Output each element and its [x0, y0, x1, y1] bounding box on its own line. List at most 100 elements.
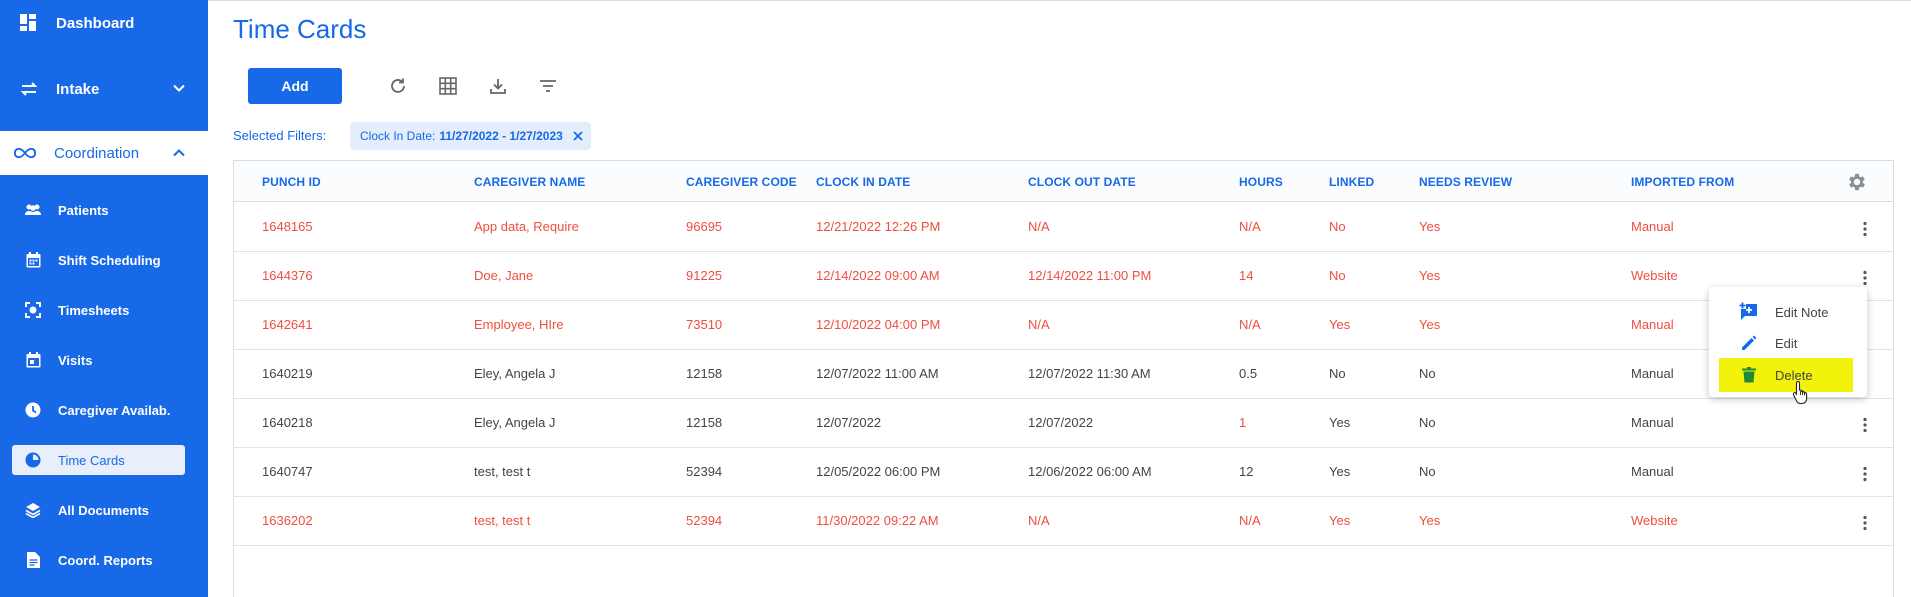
cell-clock-in-date: 12/07/2022: [816, 415, 882, 430]
sidebar-item-label: Time Cards: [58, 452, 125, 468]
calendar-check-icon: [24, 351, 42, 369]
column-header-clock-in-date[interactable]: CLOCK IN DATE: [816, 175, 910, 189]
more-vert-icon[interactable]: [1856, 416, 1874, 434]
cell-needs-review: No: [1419, 366, 1436, 381]
sidebar-item-timesheets[interactable]: Timesheets: [12, 295, 185, 325]
column-header-caregiver-name[interactable]: CAREGIVER NAME: [474, 175, 585, 189]
chevron-down-icon: [172, 81, 186, 98]
cell-punch-id: 1648165: [262, 219, 313, 234]
column-header-imported-from[interactable]: IMPORTED FROM: [1631, 175, 1734, 189]
cell-imported-from: Manual: [1631, 366, 1674, 381]
sidebar-item-intake[interactable]: Intake: [0, 72, 208, 106]
cell-hours: 0.5: [1239, 366, 1258, 381]
cell-needs-review: Yes: [1419, 268, 1441, 283]
cell-caregiver-code: 96695: [686, 219, 723, 234]
refresh-icon[interactable]: [386, 74, 410, 98]
cell-clock-in-date: 12/07/2022 11:00 AM: [816, 366, 939, 381]
cell-caregiver-code: 52394: [686, 513, 723, 528]
sidebar-item-coord-reports[interactable]: Coord. Reports: [12, 545, 185, 575]
cell-imported-from: Manual: [1631, 219, 1674, 234]
cell-hours: 14: [1239, 268, 1254, 283]
cell-linked: No: [1329, 219, 1346, 234]
sidebar-item-label: Shift Scheduling: [58, 252, 161, 268]
filter-icon[interactable]: [536, 74, 560, 98]
more-vert-icon[interactable]: [1856, 465, 1874, 483]
menu-item-edit-note[interactable]: Edit Note: [1709, 297, 1867, 327]
grid-icon[interactable]: [436, 74, 460, 98]
cell-hours: N/A: [1239, 513, 1261, 528]
add-comment-icon: [1739, 302, 1759, 322]
add-button[interactable]: Add: [248, 68, 342, 104]
table-row[interactable]: 1640219 Eley, Angela J 12158 12/07/2022 …: [234, 350, 1893, 399]
sidebar-item-all-documents[interactable]: All Documents: [12, 495, 185, 525]
more-vert-icon[interactable]: [1856, 220, 1874, 238]
cell-imported-from: Manual: [1631, 317, 1674, 332]
cell-needs-review: Yes: [1419, 513, 1441, 528]
cell-needs-review: No: [1419, 464, 1436, 479]
table-row[interactable]: 1648165 App data, Require 96695 12/21/20…: [234, 203, 1893, 252]
column-header-clock-out-date[interactable]: CLOCK OUT DATE: [1028, 175, 1136, 189]
cell-clock-in-date: 12/21/2022 12:26 PM: [816, 219, 941, 234]
column-header-needs-review[interactable]: NEEDS REVIEW: [1419, 175, 1512, 189]
cell-linked: Yes: [1329, 513, 1351, 528]
table-row[interactable]: 1640218 Eley, Angela J 12158 12/07/2022 …: [234, 399, 1893, 448]
filter-chip-key: Clock In Date:: [360, 129, 436, 143]
cell-clock-out-date: 12/14/2022 11:00 PM: [1028, 268, 1152, 283]
sidebar-item-visits[interactable]: Visits: [12, 345, 185, 375]
document-icon: [24, 551, 42, 569]
cell-caregiver-name: test, test t: [474, 464, 531, 479]
more-vert-icon[interactable]: [1856, 269, 1874, 287]
column-header-hours[interactable]: HOURS: [1239, 175, 1283, 189]
cell-clock-out-date: N/A: [1028, 219, 1050, 234]
cell-clock-out-date: 12/07/2022: [1028, 415, 1094, 430]
table-row[interactable]: 1644376 Doe, Jane 91225 12/14/2022 09:00…: [234, 252, 1893, 301]
sidebar-item-coordination[interactable]: Coordination: [0, 131, 208, 175]
sidebar-item-caregiver-availability[interactable]: Caregiver Availab.: [12, 395, 185, 425]
column-header-linked[interactable]: LINKED: [1329, 175, 1374, 189]
sidebar-item-patients[interactable]: Patients: [12, 195, 185, 225]
cell-clock-in-date: 12/10/2022 04:00 PM: [816, 317, 941, 332]
sidebar-item-label: All Documents: [58, 502, 150, 518]
menu-item-delete[interactable]: Delete: [1719, 358, 1853, 392]
column-header-caregiver-code[interactable]: CAREGIVER CODE: [686, 175, 797, 189]
gear-icon[interactable]: [1846, 171, 1868, 193]
clock-icon: [24, 401, 42, 419]
more-vert-icon[interactable]: [1856, 514, 1874, 532]
chevron-up-icon: [172, 145, 186, 162]
column-header-punch-id[interactable]: PUNCH ID: [262, 175, 321, 189]
cell-linked: No: [1329, 268, 1346, 283]
cell-imported-from: Manual: [1631, 415, 1674, 430]
sidebar-item-dashboard[interactable]: Dashboard: [0, 8, 208, 38]
cell-punch-id: 1640218: [262, 415, 313, 430]
row-context-menu: Edit Note Edit Delete: [1709, 287, 1867, 397]
sidebar-item-shift-scheduling[interactable]: Shift Scheduling: [12, 245, 185, 275]
table-header: PUNCH ID CAREGIVER NAME CAREGIVER CODE C…: [234, 161, 1893, 202]
sidebar-item-time-cards[interactable]: Time Cards: [12, 445, 185, 475]
cell-linked: Yes: [1329, 464, 1351, 479]
table-row[interactable]: 1642641 Employee, HIre 73510 12/10/2022 …: [234, 301, 1893, 350]
cell-imported-from: Website: [1631, 513, 1678, 528]
close-icon[interactable]: [573, 131, 583, 141]
menu-item-edit[interactable]: Edit: [1709, 328, 1867, 358]
cell-clock-out-date: 12/07/2022 11:30 AM: [1028, 366, 1151, 381]
cell-caregiver-name: Eley, Angela J: [474, 366, 556, 381]
filter-chip-clock-in-date[interactable]: Clock In Date: 11/27/2022 - 1/27/2023: [350, 122, 591, 150]
sidebar-item-label: Patients: [58, 202, 109, 218]
table-row[interactable]: 1636202 test, test t 52394 11/30/2022 09…: [234, 497, 1893, 546]
time-cards-table: PUNCH ID CAREGIVER NAME CAREGIVER CODE C…: [233, 160, 1894, 597]
table-row[interactable]: 1640747 test, test t 52394 12/05/2022 06…: [234, 448, 1893, 497]
sidebar-item-label: Visits: [58, 352, 93, 368]
menu-item-label: Edit Note: [1775, 304, 1829, 320]
download-icon[interactable]: [486, 74, 510, 98]
sidebar-item-label: Dashboard: [56, 14, 135, 32]
cell-caregiver-code: 12158: [686, 366, 723, 381]
app-root: Dashboard Intake Coordination Patients S…: [0, 0, 1911, 597]
cell-caregiver-code: 73510: [686, 317, 723, 332]
cell-imported-from: Manual: [1631, 464, 1674, 479]
cell-clock-in-date: 12/05/2022 06:00 PM: [816, 464, 941, 479]
layers-icon: [24, 501, 42, 519]
cell-punch-id: 1636202: [262, 513, 313, 528]
cell-linked: Yes: [1329, 317, 1351, 332]
cell-caregiver-name: test, test t: [474, 513, 531, 528]
filter-chip-value: 11/27/2022 - 1/27/2023: [439, 129, 563, 143]
